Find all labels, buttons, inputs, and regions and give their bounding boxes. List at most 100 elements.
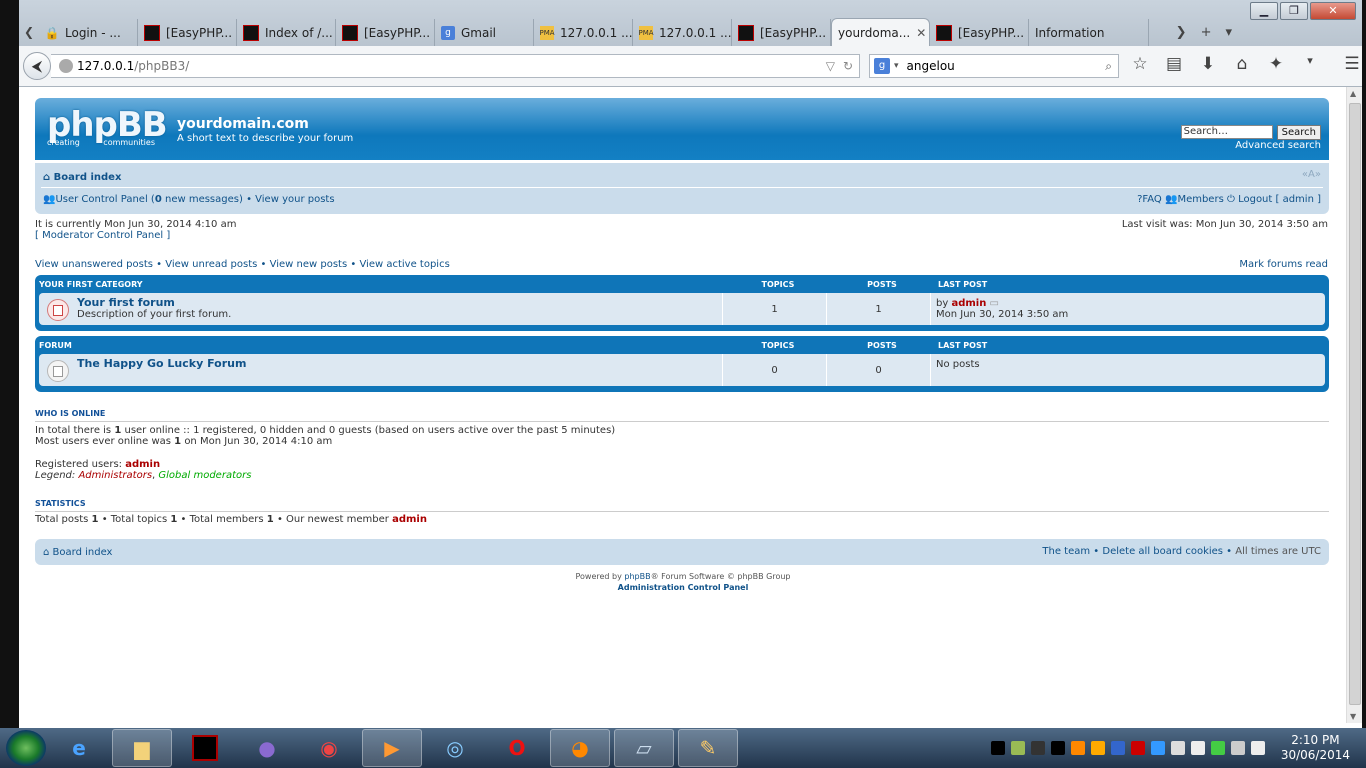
tab-easyphp-4[interactable]: [EasyPHP... <box>930 19 1029 46</box>
action-center-icon[interactable] <box>1170 741 1185 755</box>
notepad-icon[interactable]: ▱ <box>614 729 674 767</box>
start-button[interactable] <box>6 730 46 766</box>
forum-search-input[interactable]: Search… <box>1180 125 1273 139</box>
close-tab-icon[interactable]: ✕ <box>916 26 926 40</box>
view-active-link[interactable]: View active topics <box>359 259 449 270</box>
tab-index-of[interactable]: Index of /... <box>237 19 336 46</box>
network-icon[interactable] <box>1190 741 1205 755</box>
view-unread-link[interactable]: View unread posts <box>165 259 257 270</box>
font-size-toggle[interactable]: «A» <box>1302 169 1321 180</box>
tab-login[interactable]: 🔒 Login - ... <box>39 19 138 46</box>
tab-pma-2[interactable]: PMA 127.0.0.1 ... <box>633 19 732 46</box>
tab-pma-1[interactable]: PMA 127.0.0.1 ... <box>534 19 633 46</box>
search-bar[interactable]: g ▾ angelou ⌕ <box>869 54 1119 78</box>
paint-icon[interactable]: ✎ <box>678 729 738 767</box>
tab-gmail[interactable]: g Gmail <box>435 19 534 46</box>
newest-member-link[interactable]: admin <box>392 514 427 525</box>
category-title[interactable]: YOUR FIRST CATEGORY <box>35 280 726 289</box>
firefox-icon[interactable]: ◕ <box>550 729 610 767</box>
menu-icon[interactable]: ☰ <box>1341 54 1363 74</box>
category-title[interactable]: FORUM <box>35 341 726 350</box>
tray-app-icon[interactable] <box>1230 741 1245 755</box>
the-team-link[interactable]: The team <box>1042 546 1090 557</box>
bookmarks-list-icon[interactable]: ▤ <box>1163 54 1185 74</box>
faq-link[interactable]: FAQ <box>1142 194 1161 205</box>
opera-icon[interactable]: O <box>488 730 546 766</box>
logout-link[interactable]: Logout [ admin ] <box>1238 194 1321 205</box>
file-explorer-icon[interactable]: ▆ <box>112 729 172 767</box>
footer-breadcrumb[interactable]: ⌂ Board index <box>43 547 112 558</box>
tab-easyphp-1[interactable]: [EasyPHP... <box>138 19 237 46</box>
downloads-icon[interactable]: ⬇ <box>1197 54 1219 74</box>
tab-information[interactable]: Information <box>1029 19 1149 46</box>
site-identity-icon[interactable] <box>59 59 73 73</box>
footer-links: The team • Delete all board cookies • Al… <box>1042 546 1321 557</box>
pdf-icon[interactable] <box>1130 741 1145 755</box>
tab-easyphp-2[interactable]: [EasyPHP... <box>336 19 435 46</box>
search-input[interactable]: angelou <box>907 59 955 73</box>
tray-app-icon[interactable] <box>1070 741 1085 755</box>
forum-title-link[interactable]: Your first forum <box>77 296 231 309</box>
scroll-down-icon[interactable]: ▼ <box>1350 712 1356 721</box>
scroll-up-icon[interactable]: ▲ <box>1350 89 1356 98</box>
scrollbar-thumb[interactable] <box>1349 103 1361 705</box>
search-magnifier-icon[interactable]: ⌕ <box>1105 59 1118 74</box>
legend-global-moderators-link[interactable]: Global moderators <box>158 470 251 481</box>
tray-app-icon[interactable] <box>1030 741 1045 755</box>
media-player-icon[interactable]: ▶ <box>362 729 422 767</box>
tab-scroll-right-icon[interactable]: ❯ <box>1176 25 1187 40</box>
reload-icon[interactable]: ↻ <box>843 59 853 73</box>
ucp-link[interactable]: User Control Panel <box>55 194 147 205</box>
site-tagline: A short text to describe your forum <box>177 133 354 144</box>
mark-forums-read-link[interactable]: Mark forums read <box>1239 259 1328 270</box>
view-new-link[interactable]: View new posts <box>270 259 348 270</box>
phpbb-link[interactable]: phpBB <box>624 572 650 581</box>
view-unanswered-link[interactable]: View unanswered posts <box>35 259 153 270</box>
tray-app-icon[interactable] <box>1010 741 1025 755</box>
easyphp-tray-icon[interactable] <box>990 741 1005 755</box>
internet-explorer-icon[interactable]: e <box>50 730 108 766</box>
advanced-search-link[interactable]: Advanced search <box>1235 140 1321 151</box>
tray-app-icon[interactable] <box>1210 741 1225 755</box>
tray-app-icon[interactable] <box>1150 741 1165 755</box>
back-button[interactable]: ⮜ <box>23 52 51 80</box>
registered-user-link[interactable]: admin <box>125 459 160 470</box>
tab-easyphp-3[interactable]: [EasyPHP... <box>732 19 831 46</box>
home-icon[interactable]: ⌂ <box>1231 54 1253 74</box>
tab-yourdomain-active[interactable]: yourdoma... ✕ <box>831 18 930 46</box>
url-bar[interactable]: 127.0.0.1/phpBB3/ ▽ ↻ <box>51 54 860 78</box>
tray-app-icon[interactable] <box>1050 741 1065 755</box>
view-your-posts-link[interactable]: View your posts <box>255 194 334 205</box>
legend-administrators-link[interactable]: Administrators <box>78 470 152 481</box>
google-search-engine-icon[interactable]: g <box>874 58 890 74</box>
members-link[interactable]: Members <box>1177 194 1223 205</box>
easyphp-taskbar-icon[interactable] <box>176 730 234 766</box>
vertical-scrollbar[interactable]: ▲ ▼ <box>1346 87 1362 723</box>
addon-dropdown-icon[interactable]: ▾ <box>1299 54 1321 74</box>
phpbb-logo[interactable]: phpBB creating communities <box>47 108 168 147</box>
who-is-online-heading[interactable]: WHO IS ONLINE <box>35 409 1329 422</box>
list-tabs-icon[interactable]: ▾ <box>1225 25 1232 40</box>
forum-search-button[interactable]: Search <box>1276 125 1321 140</box>
new-messages-link[interactable]: new messages <box>165 194 239 205</box>
mcp-link[interactable]: [ Moderator Control Panel ] <box>35 230 170 241</box>
last-post-user-link[interactable]: admin <box>951 298 986 309</box>
bookmark-star-icon[interactable]: ☆ <box>1129 54 1151 74</box>
chrome-icon[interactable]: ◉ <box>300 730 358 766</box>
engine-dropdown-icon[interactable]: ▾ <box>894 61 899 71</box>
addon-icon[interactable]: ✦ <box>1265 54 1287 74</box>
eclipse-icon[interactable]: ● <box>238 730 296 766</box>
clock[interactable]: 2:10 PM 30/06/2014 <box>1281 733 1350 763</box>
tray-app-icon[interactable] <box>1090 741 1105 755</box>
acp-link[interactable]: Administration Control Panel <box>618 583 749 592</box>
view-latest-post-icon[interactable]: ▭ <box>990 298 999 309</box>
tab-scroll-left-icon[interactable]: ❮ <box>19 18 39 46</box>
url-dropdown-icon[interactable]: ▽ <box>826 59 835 73</box>
delete-cookies-link[interactable]: Delete all board cookies <box>1102 546 1223 557</box>
volume-icon[interactable] <box>1250 741 1265 755</box>
new-tab-icon[interactable]: + <box>1201 25 1212 40</box>
safari-icon[interactable]: ◎ <box>426 730 484 766</box>
forum-title-link[interactable]: The Happy Go Lucky Forum <box>77 357 246 370</box>
breadcrumb-board-index[interactable]: ⌂ Board index <box>43 172 121 183</box>
bluetooth-icon[interactable] <box>1110 741 1125 755</box>
